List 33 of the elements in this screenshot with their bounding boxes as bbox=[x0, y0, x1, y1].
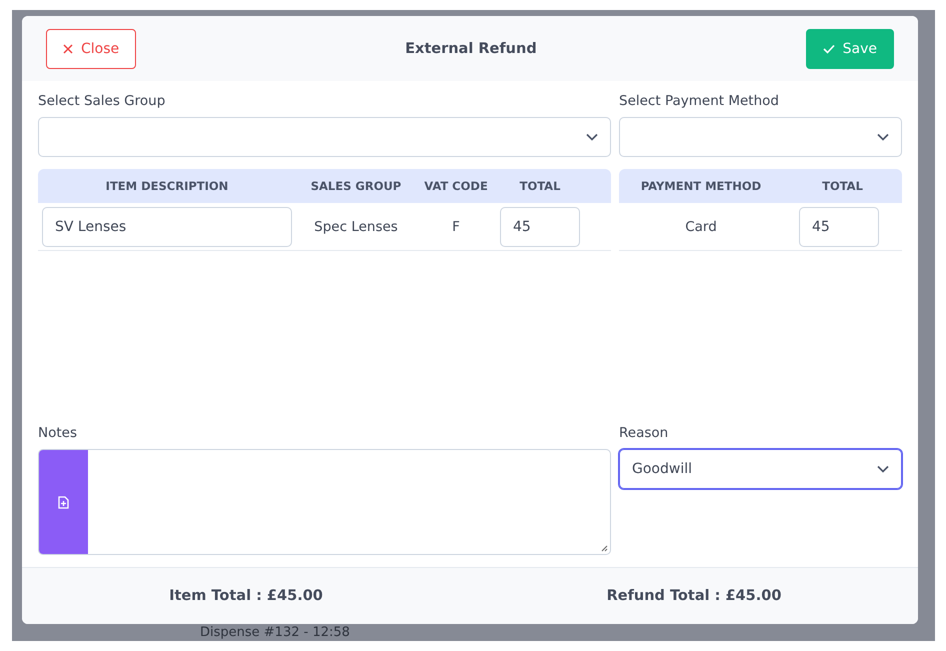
table-cell-text: F bbox=[451, 218, 461, 234]
chevron-down-icon bbox=[877, 133, 889, 141]
column-header: TOTAL bbox=[821, 179, 864, 193]
add-file-button[interactable] bbox=[39, 450, 88, 554]
column-header: PAYMENT METHOD bbox=[640, 179, 762, 193]
check-icon bbox=[822, 44, 835, 54]
chevron-down-icon bbox=[586, 133, 598, 141]
column-header: VAT CODE bbox=[423, 179, 489, 193]
close-button[interactable]: Close bbox=[46, 28, 136, 68]
description-field[interactable]: SV Lenses bbox=[42, 206, 292, 246]
total-field[interactable]: 45 bbox=[500, 206, 580, 246]
refund-total: Refund Total : £45.00 bbox=[606, 588, 782, 604]
field-label: Select Sales Group bbox=[38, 93, 166, 109]
payment-method-select[interactable] bbox=[619, 117, 902, 157]
field-label: Reason bbox=[619, 425, 670, 441]
close-icon bbox=[63, 44, 73, 54]
table-cell-text: Card bbox=[684, 218, 718, 234]
sales-group-select[interactable] bbox=[38, 117, 611, 157]
table-cell-text: Spec Lenses bbox=[313, 218, 399, 234]
reason-select[interactable]: Goodwill bbox=[619, 449, 902, 489]
column-header: TOTAL bbox=[518, 179, 562, 193]
column-header: ITEM DESCRIPTION bbox=[104, 179, 230, 193]
total-field[interactable]: 45 bbox=[799, 206, 879, 246]
file-plus-icon bbox=[58, 496, 69, 508]
dialog-title: External Refund bbox=[405, 40, 537, 56]
item-total: Item Total : £45.00 bbox=[168, 588, 324, 604]
notes-field[interactable] bbox=[38, 449, 611, 555]
field-label: Select Payment Method bbox=[619, 93, 780, 109]
chevron-down-icon bbox=[877, 465, 889, 473]
column-header: SALES GROUP bbox=[310, 179, 402, 193]
field-label: Notes bbox=[38, 425, 78, 441]
resize-grip-icon[interactable] bbox=[601, 545, 608, 552]
background-text: Dispense #132 - 12:58 bbox=[200, 625, 351, 640]
